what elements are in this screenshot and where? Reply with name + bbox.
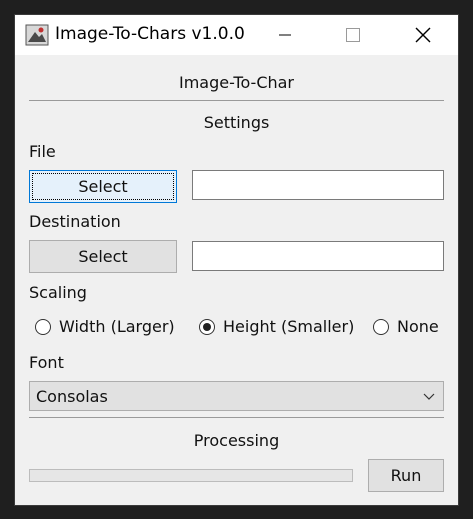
progress-bar: [29, 469, 353, 482]
focus-ring: [32, 173, 174, 200]
window-title: Image-To-Chars v1.0.0: [55, 24, 245, 44]
scaling-label: Scaling: [29, 283, 87, 302]
minimize-icon: [279, 34, 291, 36]
radio-width-larger-label: Width (Larger): [59, 317, 175, 336]
file-path-input[interactable]: [192, 170, 444, 200]
file-select-button[interactable]: Select: [29, 170, 177, 203]
app-heading: Image-To-Char: [178, 73, 295, 92]
app-window: Image-To-Chars v1.0.0 Image-To-Char Sett…: [14, 14, 459, 506]
font-label: Font: [29, 353, 64, 372]
maximize-button[interactable]: [330, 15, 376, 55]
heading-divider: [29, 100, 444, 101]
run-button[interactable]: Run: [368, 459, 444, 492]
title-bar[interactable]: Image-To-Chars v1.0.0: [15, 15, 458, 55]
destination-path-input[interactable]: [192, 241, 444, 271]
settings-label: Settings: [203, 113, 270, 132]
radio-selected-dot: [203, 322, 211, 331]
processing-label: Processing: [193, 431, 280, 450]
radio-height-smaller[interactable]: Height (Smaller): [199, 317, 354, 336]
chevron-down-icon: [423, 393, 435, 400]
font-select[interactable]: Consolas: [29, 381, 444, 411]
radio-none-label: None: [397, 317, 439, 336]
radio-button[interactable]: [199, 318, 215, 335]
run-button-label: Run: [390, 466, 422, 485]
radio-height-smaller-label: Height (Smaller): [223, 317, 355, 336]
minimize-button[interactable]: [262, 15, 308, 55]
maximize-icon: [346, 28, 360, 42]
file-label: File: [29, 142, 56, 161]
close-icon: [415, 27, 431, 43]
destination-select-button[interactable]: Select: [29, 240, 177, 273]
close-button[interactable]: [400, 15, 446, 55]
destination-select-label: Select: [78, 247, 128, 266]
radio-none[interactable]: None: [373, 317, 439, 336]
app-icon: [25, 24, 49, 46]
processing-divider: [29, 417, 444, 418]
radio-width-larger[interactable]: Width (Larger): [35, 317, 175, 336]
destination-label: Destination: [29, 212, 121, 231]
radio-button[interactable]: [373, 318, 389, 335]
radio-button[interactable]: [35, 318, 51, 335]
font-select-value: Consolas: [36, 386, 108, 406]
